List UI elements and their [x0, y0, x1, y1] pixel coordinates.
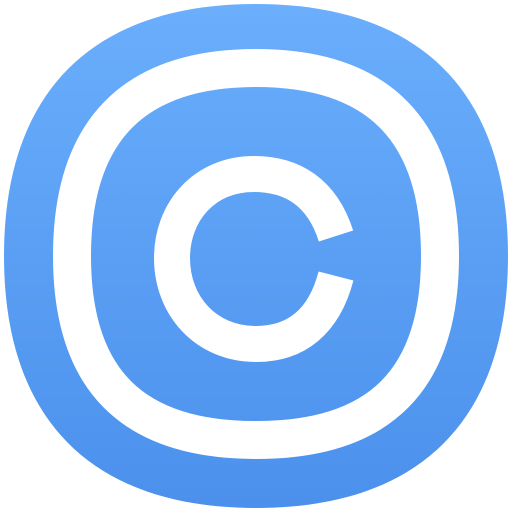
app-icon	[0, 0, 512, 512]
copyright-icon	[4, 4, 508, 508]
